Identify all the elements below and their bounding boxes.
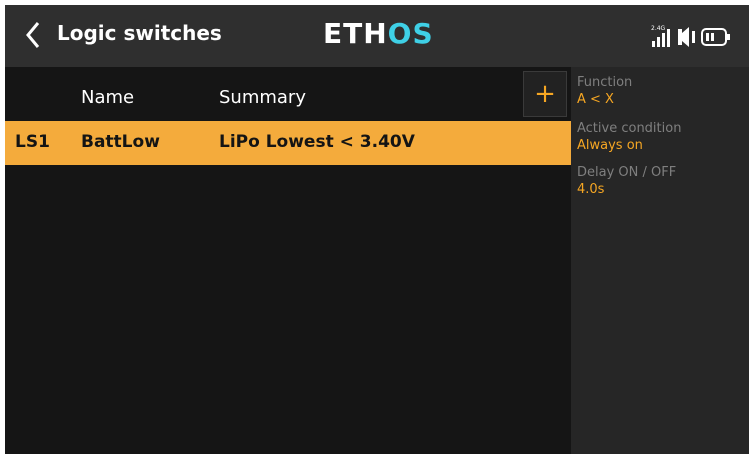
status-icons: 2.4G: [649, 23, 741, 51]
row-summary: LiPo Lowest < 3.40V: [219, 132, 415, 152]
row-id: LS1: [15, 132, 50, 152]
speaker-icon: [678, 27, 695, 47]
delay-label: Delay ON / OFF: [577, 165, 677, 180]
signal-icon: 2.4G: [651, 25, 670, 47]
brand-logo-part-2: OS: [387, 17, 434, 50]
details-panel: Function A < X Active condition Always o…: [571, 67, 749, 454]
logic-switch-row[interactable]: LS1 BattLow LiPo Lowest < 3.40V: [5, 121, 571, 165]
page-title: Logic switches: [57, 21, 222, 45]
brand-logo-part-1: ETH: [323, 17, 388, 50]
list-header: Name Summary +: [5, 67, 571, 121]
logic-switches-screen: Logic switches ETHOS 2.4G Name Summary +…: [5, 5, 749, 454]
active-condition-field: Active condition Always on: [577, 121, 681, 155]
function-field: Function A < X: [577, 75, 632, 109]
row-name: BattLow: [81, 132, 160, 152]
back-button[interactable]: [19, 19, 47, 51]
delay-value: 4.0s: [577, 182, 605, 197]
function-value: A < X: [577, 92, 614, 107]
function-label: Function: [577, 75, 633, 90]
column-header-summary: Summary: [219, 87, 306, 108]
back-chevron-icon: [26, 22, 40, 48]
add-switch-button[interactable]: +: [523, 71, 567, 117]
top-bar: Logic switches ETHOS 2.4G: [5, 5, 749, 67]
active-condition-label: Active condition: [577, 121, 682, 136]
active-condition-value: Always on: [577, 138, 643, 153]
brand-logo: ETHOS: [323, 17, 434, 50]
delay-field: Delay ON / OFF 4.0s: [577, 165, 676, 199]
battery-icon: [701, 28, 730, 46]
column-header-name: Name: [81, 87, 135, 108]
radio-band-label: 2.4G: [651, 25, 666, 32]
